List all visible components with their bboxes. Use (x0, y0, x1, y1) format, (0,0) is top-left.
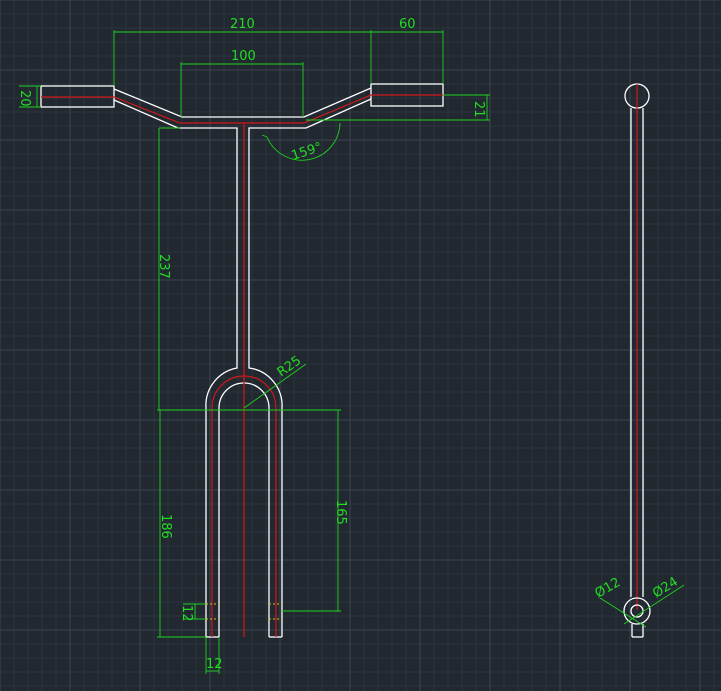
dim-bend-angle[interactable]: 159° (261, 122, 341, 164)
dim-center-width[interactable]: 100 (180, 49, 304, 117)
dim-hole-inner-text: Ø12 (593, 575, 624, 601)
dimensions[interactable]: 210 60 100 20 21 159° 237 R25 186 165 12… (17, 17, 490, 674)
dim-fork-length-text: 186 (158, 514, 173, 539)
cad-canvas[interactable]: 210 60 100 20 21 159° 237 R25 186 165 12… (0, 0, 721, 691)
dim-grip-length[interactable]: 60 (371, 17, 444, 84)
front-view: 210 60 100 20 21 159° 237 R25 186 165 12… (17, 17, 490, 674)
dim-dropout-width-text: 12 (206, 657, 223, 672)
dim-fork-length[interactable]: 186 (157, 409, 341, 638)
dim-hole-inner-diameter[interactable]: Ø12 (593, 575, 647, 628)
dim-grip-diameter[interactable]: 20 (17, 85, 41, 108)
dim-stem-height-text: 237 (156, 254, 171, 279)
bar-centerline (41, 94, 443, 124)
dim-dropout-height[interactable]: 12 (179, 603, 206, 622)
bar-bottom-right-edge (248, 98, 372, 365)
dim-overall-width-text: 210 (230, 17, 255, 32)
dim-grip-length-text: 60 (399, 17, 416, 32)
dim-grip-diameter-text: 20 (17, 90, 32, 107)
dim-fork-slot-text: 165 (333, 500, 348, 525)
dim-dropout-height-text: 12 (179, 605, 194, 622)
dim-center-width-text: 100 (231, 49, 256, 64)
drawing-svg: 210 60 100 20 21 159° 237 R25 186 165 12… (0, 0, 721, 691)
side-view: Ø12 Ø24 (593, 83, 685, 638)
dim-dropout-width[interactable]: 12 (205, 637, 223, 674)
dim-bar-drop-text: 21 (471, 101, 486, 118)
dim-fork-slot[interactable]: 165 (282, 410, 348, 612)
